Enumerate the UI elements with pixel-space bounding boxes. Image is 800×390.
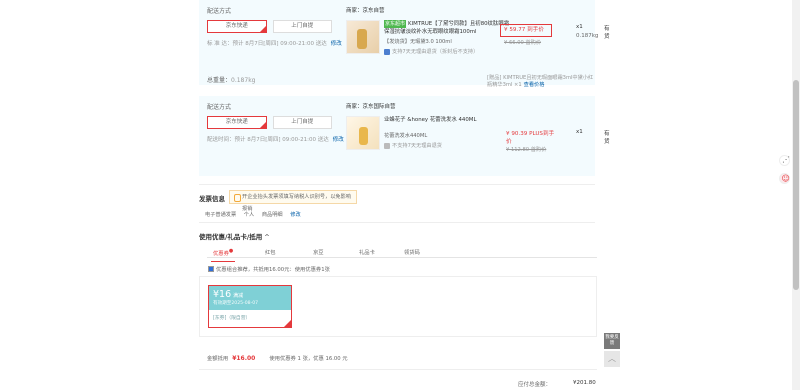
total-amount: ¥201.80 <box>573 380 596 386</box>
seller-name: 商家：京东自营 <box>346 8 385 14</box>
page-scrollbar[interactable] <box>792 0 800 390</box>
package-2: 配送方式 京东快递 上门自提 配送时间：预计 8月7日[周四] 09:00-21… <box>199 96 610 176</box>
tab-coupons-label: 优惠券 <box>213 250 229 257</box>
product-name[interactable]: 京东超市 KIMTRUE【了黛兮同款】且初80纹肽眼霜保湿抗皱淡纹补水无瑕眼纹眼霜… <box>384 20 512 36</box>
goods-panel: 商家：京东国际自营 业蜂花子 &honey 花蕾洗发水 440ML 花蕾洗发水4… <box>340 96 610 176</box>
share-icon[interactable] <box>779 155 790 166</box>
total-weight: 总重量：0.187kg <box>207 75 255 84</box>
product-spec: 【发烧货】无瑕黛3.0 100ml <box>384 39 452 45</box>
goods-item: 京东超市 KIMTRUE【了黛兮同款】且初80纹肽眼霜保湿抗皱淡纹补水无瑕眼纹眼霜… <box>346 20 610 58</box>
coupon-amount: ¥16 <box>213 289 232 300</box>
invoice-edit-link[interactable]: 修改 <box>290 212 300 218</box>
coupon-sum-label: 金额抵用 <box>207 356 229 362</box>
scrollbar-thumb[interactable] <box>793 80 799 290</box>
original-price: ¥ 66.00 首购价 <box>504 40 542 46</box>
shipping-panel: 配送方式 京东快递 上门自提 配送时间：预计 8月7日[周四] 09:00-21… <box>199 96 344 176</box>
weight-label: 总重量： <box>207 77 232 84</box>
supermarket-tag: 京东超市 <box>384 20 407 28</box>
coupon-section-header[interactable]: 使用优惠/礼品卡/抵用 ^ <box>199 231 270 241</box>
divider <box>199 369 597 370</box>
quantity: x1 0.187kg <box>576 24 598 39</box>
pickup-button[interactable]: 上门自提 <box>272 20 332 33</box>
original-price: ¥ 112.80 首购价 <box>506 147 547 153</box>
delivery-time: 标 准 达：预计 8月7日[周四] 09:00-21:00 送达 修改 <box>207 39 342 47</box>
final-price: ¥ 59.77 到手价 <box>504 27 544 33</box>
customer-service-icon[interactable] <box>779 173 790 184</box>
delivery-time: 配送时间：预计 8月7日[周四] 09:00-21:00 送达 修改 <box>207 135 344 143</box>
coupon-type: 满减 <box>233 293 244 299</box>
delivery-time-text: 配送时间：预计 8月7日[周四] 09:00-21:00 送达 <box>207 137 329 143</box>
invoice-person: 个人 <box>243 212 255 218</box>
invoice-detail: 商品明细 <box>261 212 283 218</box>
return-icon <box>384 142 390 149</box>
return-icon <box>384 48 390 55</box>
seller-name: 商家：京东国际自营 <box>346 104 396 110</box>
recommend-checkbox[interactable] <box>208 266 214 272</box>
coupon-recommend[interactable]: 优惠组合推荐，共抵用16.00元：使用优惠券1张 <box>208 265 330 273</box>
product-spec: 花蕾洗发水440ML <box>384 133 428 139</box>
divider <box>199 184 595 185</box>
return-policy: 支持7天无理由退货（拆封后不支持） <box>384 48 512 55</box>
coupon-expiry: 有效期至2025-08-07 <box>213 301 259 306</box>
coupon-sum-detail: 使用优惠券 1 张，优惠 16.00 元 <box>269 356 348 362</box>
total-label: 应付总金额： <box>518 382 552 388</box>
coupon-summary: 金额抵用 ¥16.00 使用优惠券 1 张，优惠 16.00 元 <box>207 354 348 362</box>
recommend-text: 优惠组合推荐，共抵用16.00元：使用优惠券1张 <box>216 267 330 273</box>
pickup-button[interactable]: 上门自提 <box>272 116 332 129</box>
stock-status: 有货 <box>604 131 610 145</box>
return-policy-text: 不支持7天无理由退货 <box>392 143 442 149</box>
price-box: ¥ 90.39 PLUS到手价 ¥ 112.80 首购价 <box>506 129 558 153</box>
divider <box>199 222 595 223</box>
shipping-panel: 配送方式 京东快递 上门自提 标 准 达：预计 8月7日[周四] 09:00-2… <box>199 0 342 85</box>
price-box: ¥ 59.77 到手价 ¥ 66.00 首购价 <box>500 24 552 46</box>
coupon-section-title: 使用优惠/礼品卡/抵用 <box>199 233 263 241</box>
tab-gift-card[interactable]: 礼品卡 <box>359 248 375 256</box>
product-title[interactable]: 业蜂花子 &honey 花蕾洗发水 440ML <box>384 116 512 124</box>
invoice-info: 电子普通发票 个人 商品明细 修改 <box>205 211 307 218</box>
goods-panel: 商家：京东自营 京东超市 KIMTRUE【了黛兮同款】且初80纹肽眼霜保湿抗皱淡纹… <box>340 0 610 88</box>
final-price: ¥ 90.39 PLUS到手价 <box>506 131 555 145</box>
goods-item: 业蜂花子 &honey 花蕾洗发水 440ML 花蕾洗发水440ML 不支持7天… <box>346 116 610 154</box>
tab-dot: ● <box>228 248 234 254</box>
coupon-tabs: 优惠券● 红包 京豆 礼品卡 领货码 <box>207 244 597 262</box>
quantity-value: x1 <box>576 129 583 135</box>
product-thumbnail[interactable] <box>346 20 380 54</box>
product-thumbnail[interactable] <box>346 116 380 150</box>
gift-view-price-link[interactable]: 查看价格 <box>524 82 545 88</box>
tab-jingdou[interactable]: 京豆 <box>313 248 324 256</box>
stock-status: 有货 <box>604 26 610 40</box>
weight-value: 0.187kg <box>231 77 256 84</box>
invoice-title: 发票信息 <box>199 195 225 203</box>
return-policy: 不支持7天无理由退货 <box>384 142 512 149</box>
tab-red-packet[interactable]: 红包 <box>265 248 276 256</box>
express-delivery-button[interactable]: 京东快递 <box>207 116 267 129</box>
package-1: 配送方式 京东快递 上门自提 标 准 达：预计 8月7日[周四] 09:00-2… <box>199 0 610 88</box>
invoice-type: 电子普通发票 <box>205 212 237 218</box>
tab-coupons[interactable]: 优惠券● <box>210 248 236 262</box>
back-to-top-button[interactable]: ︿ <box>604 351 620 367</box>
invoice-tip: 开企业抬头发票须填写纳税人识别号，以免影响报销 <box>229 190 357 212</box>
feedback-button[interactable]: 我要反馈 <box>604 333 620 349</box>
delivery-time-text: 标 准 达：预计 8月7日[周四] 09:00-21:00 送达 <box>207 41 327 47</box>
return-policy-text: 支持7天无理由退货（拆封后不支持） <box>392 49 479 55</box>
express-delivery-button[interactable]: 京东快递 <box>207 20 267 33</box>
coupon-sum-amount: ¥16.00 <box>232 355 256 362</box>
coupon-card[interactable]: ¥16 满减 有效期至2025-08-07 [东券]（限自营） <box>208 285 292 328</box>
quantity-value: x1 <box>576 24 583 30</box>
checkout-page: 配送方式 京东快递 上门自提 标 准 达：预计 8月7日[周四] 09:00-2… <box>0 0 800 390</box>
coupon-limit: [东券]（限自营） <box>213 316 251 321</box>
shipping-label: 配送方式 <box>207 104 232 111</box>
side-tools <box>779 155 791 191</box>
gift-line: [赠品] KIMTRUE且初无瑕面眼霜3ml中黛小红瓶精华3ml ×1 查看价格 <box>487 74 595 88</box>
shipping-label: 配送方式 <box>207 8 232 15</box>
tab-redeem-code[interactable]: 领货码 <box>404 248 420 256</box>
item-weight: 0.187kg <box>576 33 599 39</box>
chevron-up-icon: ^ <box>264 233 270 241</box>
